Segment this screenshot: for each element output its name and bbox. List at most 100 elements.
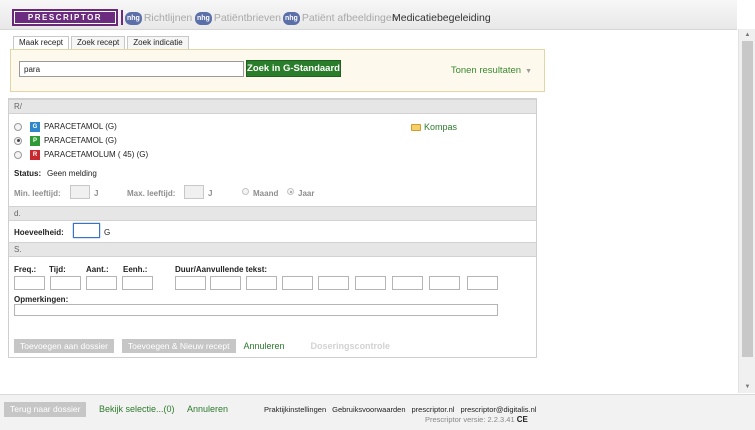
nav-item-richtlijnen[interactable]: nhg Richtlijnen <box>125 11 192 25</box>
generic-badge-icon: G <box>30 121 40 132</box>
footer-cancel-link[interactable]: Annuleren <box>187 404 228 414</box>
quantity-label: Hoeveelheid: <box>14 228 64 237</box>
time-input[interactable] <box>50 276 81 290</box>
min-age-unit: J <box>94 189 99 198</box>
recipe-form: R/ G PARACETAMOL (G) P PARACETAMOL (G) R… <box>8 98 537 358</box>
nav-item-label: Patiënt afbeeldingen <box>301 12 398 24</box>
duration-label: Duur/Aanvullende tekst: <box>175 265 268 274</box>
medication-name: PARACETAMOL (G) <box>44 122 117 131</box>
medication-option[interactable]: R PARACETAMOLUM ( 45) (G) <box>14 149 148 160</box>
vertical-scrollbar[interactable]: ▲ ▼ <box>738 29 755 393</box>
unit-label: Eenh.: <box>123 265 148 274</box>
maand-radio[interactable] <box>242 188 249 195</box>
top-navigation: PRESCRIPTOR nhg Richtlijnen nhg Patiëntb… <box>0 0 737 30</box>
status-value: Geen melding <box>47 169 97 178</box>
nav-item-medicatiebegeleiding[interactable]: Medicatiebegeleiding <box>392 11 491 25</box>
prescriptor-app: PRESCRIPTOR nhg Richtlijnen nhg Patiëntb… <box>0 0 737 430</box>
dose-check-link[interactable]: Doseringscontrole <box>311 341 391 351</box>
form-actions: Toevoegen aan dossier Toevoegen & Nieuw … <box>14 339 390 353</box>
duration-text-input[interactable] <box>429 276 460 290</box>
medication-name: PARACETAMOLUM ( 45) (G) <box>44 150 149 159</box>
section-header-s: S. <box>9 242 536 257</box>
medication-name: PARACETAMOL (G) <box>44 136 117 145</box>
duration-text-input[interactable] <box>355 276 386 290</box>
medication-radio[interactable] <box>14 122 22 131</box>
practice-settings-link[interactable]: Praktijkinstellingen <box>264 405 326 414</box>
medication-search-input[interactable] <box>19 61 244 77</box>
quantity-input[interactable] <box>73 223 100 238</box>
view-selection-link[interactable]: Bekijk selectie...(0) <box>99 404 175 414</box>
max-age-input[interactable] <box>184 185 204 199</box>
preferred-badge-icon: P <box>30 135 40 146</box>
frequency-label: Freq.: <box>14 265 37 274</box>
remarks-label: Opmerkingen: <box>14 295 69 304</box>
remarks-input[interactable] <box>14 304 498 316</box>
nhg-icon: nhg <box>195 11 212 25</box>
recipe-tabs: Maak recept Zoek recept Zoek indicatie <box>13 36 189 50</box>
medication-radio-selected[interactable] <box>14 136 22 145</box>
book-icon <box>411 123 421 131</box>
duration-text-input[interactable] <box>282 276 313 290</box>
jaar-radio[interactable] <box>287 188 294 195</box>
nav-item-label: Richtlijnen <box>143 12 193 24</box>
footer-links: Praktijkinstellingen Gebruiksvoorwaarden… <box>264 405 536 414</box>
website-link[interactable]: prescriptor.nl <box>412 405 455 414</box>
nav-item-label: Medicatiebegeleiding <box>392 12 491 24</box>
section-header-r: R/ <box>9 99 536 114</box>
medication-option[interactable]: P PARACETAMOL (G) <box>14 135 117 146</box>
duration-text-input[interactable] <box>246 276 277 290</box>
nhg-icon: nhg <box>283 11 300 25</box>
nhg-icon: nhg <box>125 11 142 25</box>
add-to-dossier-button[interactable]: Toevoegen aan dossier <box>14 339 114 353</box>
medication-radio[interactable] <box>14 150 22 159</box>
nav-item-patient-afbeeldingen[interactable]: nhg Patiënt afbeeldingen <box>283 11 398 25</box>
tab-zoek-recept[interactable]: Zoek recept <box>71 36 126 49</box>
cancel-link[interactable]: Annuleren <box>244 341 285 351</box>
kompas-link[interactable]: Kompas <box>411 122 457 132</box>
nav-item-label: Patiëntbrieven <box>213 12 281 24</box>
amount-label: Aant.: <box>86 265 109 274</box>
time-label: Tijd: <box>49 265 66 274</box>
chevron-down-icon: ▼ <box>525 68 532 75</box>
min-age-label: Min. leeftijd: <box>14 189 61 198</box>
recipe-badge-icon: R <box>30 149 40 160</box>
brand-label: PRESCRIPTOR <box>15 12 115 23</box>
footer-bar: Terug naar dossier Bekijk selectie...(0)… <box>0 394 755 430</box>
max-age-unit: J <box>208 189 213 198</box>
amount-input[interactable] <box>86 276 117 290</box>
scroll-down-icon[interactable]: ▼ <box>739 381 755 393</box>
search-g-standaard-button[interactable]: Zoek in G-Standaard <box>246 60 341 77</box>
terms-of-use-link[interactable]: Gebruiksvoorwaarden <box>332 405 405 414</box>
tab-zoek-indicatie[interactable]: Zoek indicatie <box>127 36 189 49</box>
add-and-new-recipe-button[interactable]: Toevoegen & Nieuw recept <box>121 339 236 353</box>
scrollbar-thumb[interactable] <box>742 41 753 357</box>
unit-input[interactable] <box>122 276 153 290</box>
version-info: Prescriptor versie: 2.2.3.41 CE <box>425 415 528 424</box>
show-results-label: Tonen resultaten <box>450 65 522 76</box>
quantity-unit: G <box>104 228 111 237</box>
min-age-input[interactable] <box>70 185 90 199</box>
scroll-up-icon[interactable]: ▲ <box>739 29 755 41</box>
show-results-toggle[interactable]: Tonen resultaten ▼ <box>451 65 532 76</box>
tab-maak-recept[interactable]: Maak recept <box>13 36 70 50</box>
nav-item-patientbrieven[interactable]: nhg Patiëntbrieven <box>195 11 281 25</box>
medication-option[interactable]: G PARACETAMOL (G) <box>14 121 117 132</box>
duration-text-input[interactable] <box>392 276 423 290</box>
ce-mark-icon: CE <box>516 415 528 424</box>
max-age-label: Max. leeftijd: <box>127 189 176 198</box>
kompas-label: Kompas <box>424 122 458 132</box>
nav-divider <box>121 10 123 25</box>
version-text: Prescriptor versie: 2.2.3.41 <box>425 415 515 424</box>
duration-text-input[interactable] <box>210 276 241 290</box>
duration-text-input[interactable] <box>467 276 498 290</box>
duration-text-input[interactable] <box>318 276 349 290</box>
section-header-d: d. <box>9 206 536 221</box>
brand-logo-button[interactable]: PRESCRIPTOR <box>12 9 118 26</box>
duration-text-input[interactable] <box>175 276 206 290</box>
jaar-label: Jaar <box>298 189 315 198</box>
maand-label: Maand <box>253 189 279 198</box>
status-label: Status: <box>14 169 42 178</box>
back-to-dossier-button[interactable]: Terug naar dossier <box>4 402 87 417</box>
frequency-input[interactable] <box>14 276 45 290</box>
email-link[interactable]: prescriptor@digitalis.nl <box>460 405 536 414</box>
